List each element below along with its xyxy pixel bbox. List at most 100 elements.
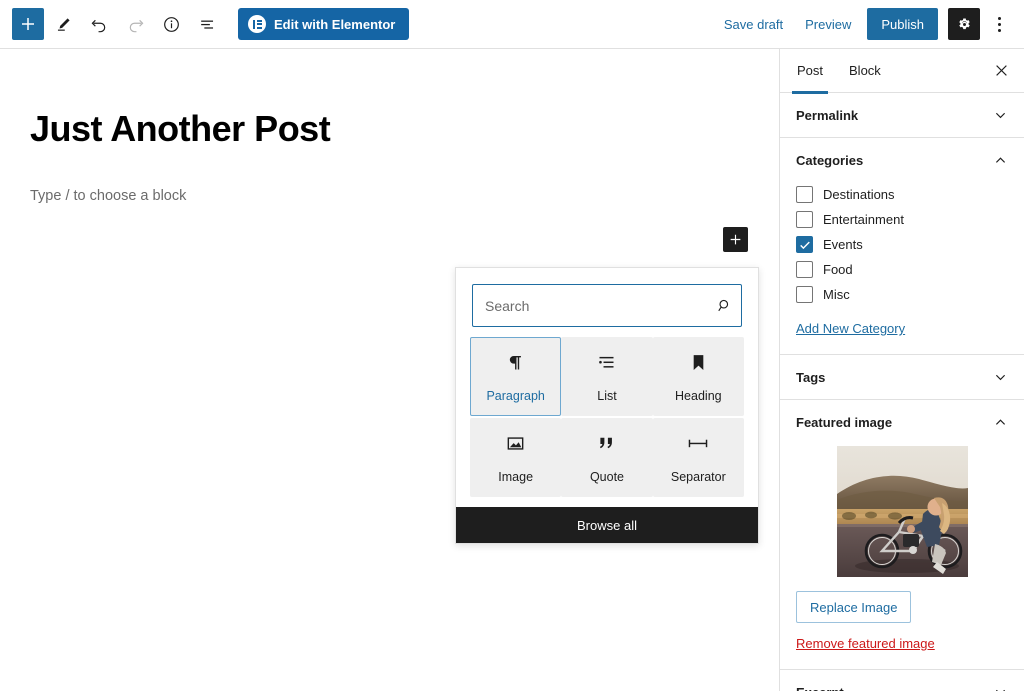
panel-featured-image: Featured image Replace Image Remove feat… — [780, 400, 1024, 670]
panel-title: Categories — [796, 152, 864, 168]
wordpress-block-editor: Edit with Elementor Save draft Preview P… — [0, 0, 1024, 691]
close-sidebar-button[interactable] — [986, 56, 1016, 86]
settings-button[interactable] — [948, 8, 980, 40]
heading-icon — [688, 351, 709, 375]
panel-title: Permalink — [796, 107, 859, 123]
list-view-button[interactable] — [190, 7, 224, 41]
toolbar-right-group: Save draft Preview Publish — [714, 8, 1014, 40]
quote-icon — [596, 432, 617, 456]
document-info-button[interactable] — [154, 7, 188, 41]
checkbox-entertainment[interactable] — [796, 211, 813, 228]
list-view-icon — [200, 20, 213, 29]
category-row-entertainment[interactable]: Entertainment — [796, 207, 1008, 232]
kebab-dot — [997, 28, 1001, 32]
inserter-search-container — [456, 268, 758, 337]
paragraph-block-placeholder[interactable]: Type / to choose a block — [0, 150, 779, 204]
block-label: Quote — [589, 469, 625, 484]
pencil-icon — [57, 17, 70, 31]
post-title[interactable]: Just Another Post — [0, 49, 779, 150]
tab-post[interactable]: Post — [784, 49, 836, 94]
block-item-list[interactable]: List — [561, 337, 653, 416]
kebab-dot — [997, 16, 1001, 20]
edit-with-elementor-button[interactable]: Edit with Elementor — [238, 8, 410, 40]
chevron-down-icon — [993, 370, 1008, 385]
block-item-quote[interactable]: Quote — [561, 418, 653, 497]
checkbox-misc[interactable] — [796, 286, 813, 303]
checkbox-destinations[interactable] — [796, 186, 813, 203]
block-label: Image — [498, 469, 534, 484]
category-row-misc[interactable]: Misc — [796, 282, 1008, 307]
toolbar-left-group: Edit with Elementor — [12, 7, 410, 41]
categories-list: Destinations Entertainment Events Food M… — [780, 182, 1024, 354]
block-item-image[interactable]: Image — [470, 418, 562, 497]
search-icon — [707, 297, 741, 314]
sidebar-tabs: Post Block — [780, 49, 1024, 94]
search-field-wrapper[interactable] — [472, 284, 742, 327]
panel-featured-image-header[interactable]: Featured image — [780, 400, 1024, 444]
panel-permalink-header[interactable]: Permalink — [780, 93, 1024, 137]
tools-pencil-button[interactable] — [46, 7, 80, 41]
editor-canvas[interactable]: Just Another Post Type / to choose a blo… — [0, 49, 779, 691]
separator-icon — [686, 432, 710, 456]
featured-image-thumbnail[interactable] — [836, 446, 968, 577]
panel-title: Excerpt — [796, 685, 844, 691]
chevron-up-icon — [993, 153, 1008, 168]
add-new-category-link[interactable]: Add New Category — [796, 321, 905, 336]
block-item-paragraph[interactable]: Paragraph — [470, 337, 562, 416]
plus-icon — [22, 18, 34, 30]
panel-categories-header[interactable]: Categories — [780, 138, 1024, 182]
settings-sidebar: Post Block Permalink Categories Destinat… — [779, 49, 1024, 691]
category-row-destinations[interactable]: Destinations — [796, 182, 1008, 207]
block-label: List — [597, 388, 617, 403]
replace-image-button[interactable]: Replace Image — [796, 591, 912, 623]
panel-tags-header[interactable]: Tags — [780, 355, 1024, 399]
checkbox-events[interactable] — [796, 236, 813, 253]
chevron-down-icon — [993, 685, 1008, 691]
preview-button[interactable]: Preview — [795, 11, 861, 38]
block-item-heading[interactable]: Heading — [652, 337, 744, 416]
add-block-button[interactable] — [12, 8, 44, 40]
block-item-separator[interactable]: Separator — [652, 418, 744, 497]
block-label: Separator — [670, 469, 726, 484]
category-label: Entertainment — [823, 212, 904, 227]
category-row-events[interactable]: Events — [796, 232, 1008, 257]
category-row-food[interactable]: Food — [796, 257, 1008, 282]
panel-permalink: Permalink — [780, 93, 1024, 138]
list-icon — [596, 351, 617, 375]
close-icon — [995, 65, 1007, 76]
panel-title: Featured image — [796, 414, 893, 430]
tab-block[interactable]: Block — [836, 49, 894, 93]
block-appender-button[interactable] — [723, 227, 748, 252]
editor-toolbar: Edit with Elementor Save draft Preview P… — [0, 0, 1024, 49]
chevron-down-icon — [993, 108, 1008, 123]
panel-excerpt-header[interactable]: Excerpt — [780, 670, 1024, 691]
publish-button[interactable]: Publish — [867, 8, 938, 40]
panel-categories: Categories Destinations Entertainment Ev… — [780, 138, 1024, 355]
undo-button[interactable] — [82, 7, 116, 41]
editor-body: Just Another Post Type / to choose a blo… — [0, 49, 1024, 691]
edit-with-elementor-label: Edit with Elementor — [274, 16, 396, 32]
save-draft-button[interactable]: Save draft — [714, 11, 793, 38]
panel-excerpt: Excerpt — [780, 670, 1024, 691]
search-input[interactable] — [473, 285, 707, 326]
kebab-dot — [997, 22, 1001, 26]
plus-icon — [730, 234, 741, 245]
undo-icon — [91, 19, 105, 32]
panel-title: Tags — [796, 369, 826, 385]
category-label: Food — [823, 262, 853, 277]
category-label: Events — [823, 237, 863, 252]
panel-tags: Tags — [780, 355, 1024, 400]
block-type-grid: Paragraph List Heading Image Quote Separ… — [456, 337, 758, 507]
block-label: Heading — [675, 388, 722, 403]
remove-featured-image-link[interactable]: Remove featured image — [796, 636, 935, 651]
redo-button[interactable] — [118, 7, 152, 41]
browse-all-button[interactable]: Browse all — [456, 507, 758, 543]
redo-icon — [129, 19, 143, 32]
image-icon — [505, 432, 526, 456]
block-inserter-popover: Paragraph List — [455, 267, 759, 544]
paragraph-icon — [505, 351, 526, 375]
block-label: Paragraph — [486, 388, 545, 403]
featured-image-body: Replace Image Remove featured image — [780, 446, 1024, 669]
more-options-button[interactable] — [984, 8, 1014, 40]
checkbox-food[interactable] — [796, 261, 813, 278]
